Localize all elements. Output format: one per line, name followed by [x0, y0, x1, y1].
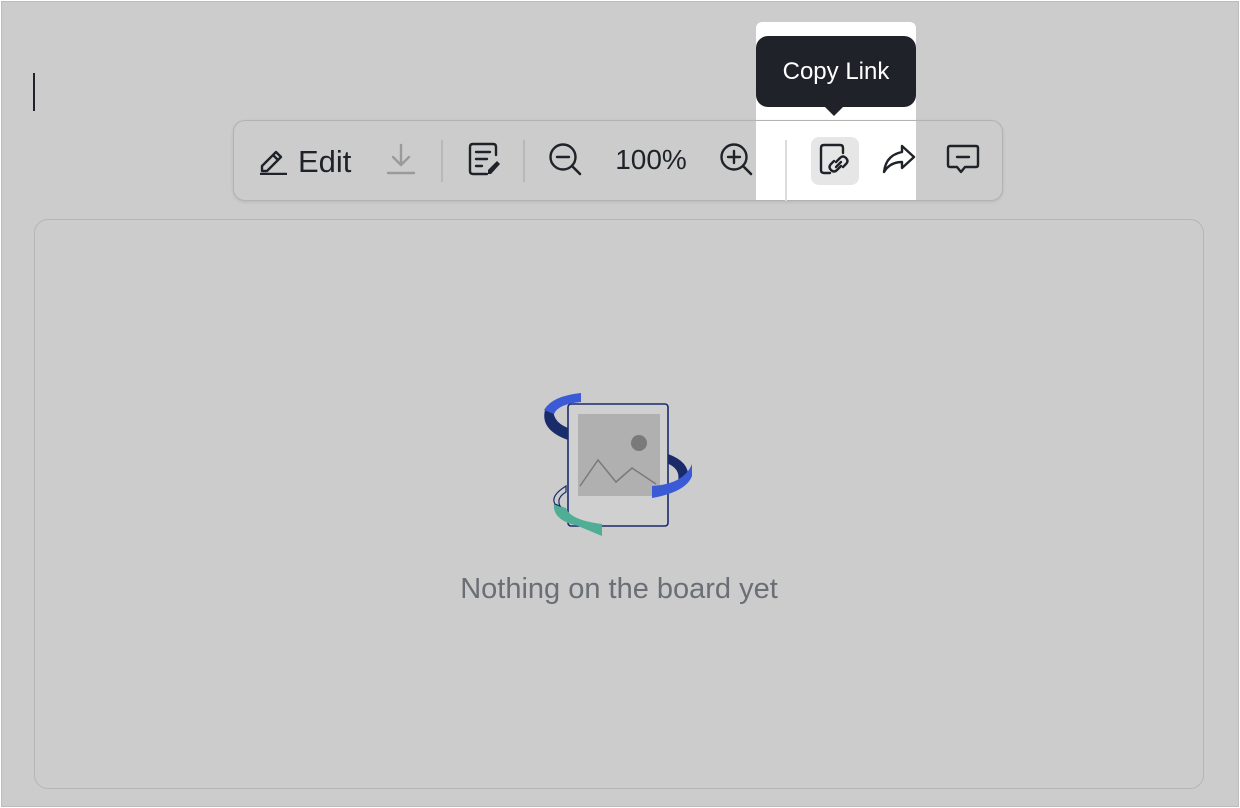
comment-button[interactable]: [942, 141, 984, 181]
zoom-level[interactable]: 100%: [606, 144, 696, 176]
share-button[interactable]: [878, 141, 920, 181]
tooltip-arrow: [824, 106, 844, 116]
edit-button[interactable]: Edit: [258, 140, 351, 184]
toolbar-divider: [523, 140, 525, 182]
comment-icon: [946, 143, 980, 180]
copy-link-tooltip: Copy Link: [756, 36, 916, 107]
edit-label: Edit: [298, 144, 352, 179]
download-icon: [385, 142, 417, 181]
zoom-in-button[interactable]: [716, 141, 756, 181]
tooltip-text: Copy Link: [782, 57, 890, 85]
notes-button[interactable]: [464, 141, 504, 181]
share-arrow-icon: [881, 143, 917, 180]
download-button[interactable]: [383, 142, 419, 180]
empty-board-illustration: [538, 388, 700, 540]
toolbar-divider: [441, 140, 443, 182]
note-edit-icon: [467, 141, 501, 182]
zoom-in-icon: [718, 141, 754, 182]
copy-link-icon: [818, 142, 852, 181]
pencil-icon: [258, 145, 288, 180]
zoom-out-button[interactable]: [545, 141, 585, 181]
zoom-out-icon: [547, 141, 583, 182]
copy-link-button[interactable]: [811, 137, 859, 185]
empty-board-message: Nothing on the board yet: [460, 573, 778, 605]
toolbar-divider: [785, 140, 787, 201]
text-cursor: [33, 73, 35, 111]
